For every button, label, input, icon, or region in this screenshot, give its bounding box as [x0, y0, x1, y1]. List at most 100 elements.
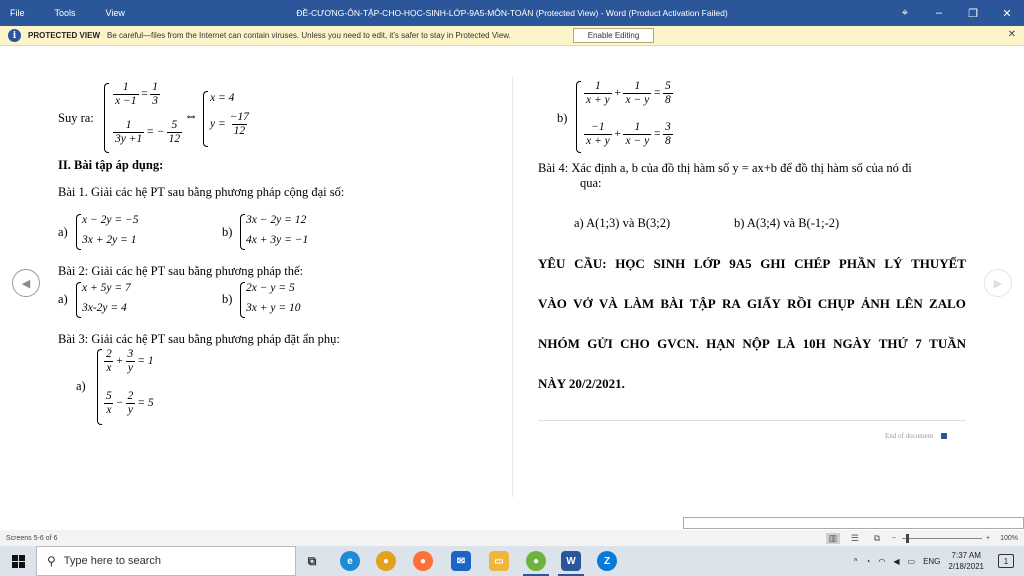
equation-row: 3x + 2y = 1: [82, 234, 137, 246]
word-icon[interactable]: W: [561, 551, 581, 571]
requirement-line: VÀO VỞ VÀ LÀM BÀI TẬP RA GIẤY RỒI CHỤP ẢNH LÊN ZALO: [538, 296, 966, 311]
close-button[interactable]: ✕: [990, 0, 1024, 26]
exercise-4-title: Bài 4: Xác định a, b của đồ thị hàm số y…: [538, 161, 912, 175]
chrome-icon[interactable]: ●: [376, 551, 396, 571]
equation-row: −1 x + y +1 x − y = 3 8: [584, 121, 673, 147]
menu-bar: File Tools View: [0, 8, 155, 18]
equation-row: x − 2y = −5: [82, 214, 139, 226]
window-controls: ⌖ – ❐ ✕: [888, 0, 1024, 26]
task-view-icon[interactable]: ⧉: [302, 551, 322, 571]
zalo-icon[interactable]: Z: [597, 551, 617, 571]
restore-button[interactable]: ❐: [956, 0, 990, 26]
exercise-label: a): [76, 379, 86, 393]
exercise-4a: a) A(1;3) và B(3;2): [574, 216, 671, 230]
network-icon[interactable]: ◔: [866, 557, 871, 566]
clock-date: 2/18/2021: [948, 562, 984, 571]
exercise-label: b): [557, 111, 568, 125]
enable-editing-button[interactable]: Enable Editing: [573, 28, 654, 43]
language-indicator[interactable]: ENG: [923, 557, 940, 566]
volume-icon[interactable]: ◀: [893, 557, 899, 566]
protected-view-bar: i PROTECTED VIEW Be careful—files from t…: [0, 26, 1024, 46]
equation-row: 3x-2y = 4: [82, 302, 127, 314]
status-bar: Screens 5-6 of 6 ▥ ☰ ⧉ − + 100%: [0, 530, 1024, 546]
edge-icon[interactable]: e: [340, 551, 360, 571]
system-brace: [576, 81, 581, 153]
menu-tools[interactable]: Tools: [55, 8, 76, 18]
taskbar: ⚲ Type here to search ⧉ e ● ● ✉ ▭ ● W Z …: [0, 546, 1024, 576]
close-bar-icon[interactable]: ✕: [1008, 29, 1016, 40]
equation-row: 2 x +3 y = 1: [104, 348, 154, 374]
taskbar-search-box[interactable]: ⚲ Type here to search: [36, 546, 296, 576]
show-hidden-icons[interactable]: ^: [854, 557, 858, 566]
system-brace: [240, 282, 245, 318]
end-separator: [538, 420, 966, 421]
zoom-slider[interactable]: [902, 533, 982, 543]
search-placeholder: Type here to search: [63, 555, 162, 567]
equation-row: 3x − 2y = 12: [246, 214, 307, 226]
mail-icon[interactable]: ✉: [451, 551, 471, 571]
app-icon[interactable]: ●: [526, 551, 546, 571]
exercise-4-continued: qua:: [580, 176, 602, 190]
equivalence-arrow: ⇔: [184, 109, 198, 124]
equation-row: 1x + y +1 x − y = 5 8: [584, 80, 673, 106]
system-brace: [76, 214, 81, 250]
section-heading: II. Bài tập áp dụng:: [58, 158, 164, 172]
system-tray: ^ ◔ ◠ ◀ ▭ ENG 7:37 AM 2/18/2021 1: [854, 546, 1024, 576]
system-brace: [240, 214, 245, 250]
exercise-2-title: Bài 2: Giải các hệ PT sau bằng phương ph…: [58, 264, 304, 278]
firefox-icon[interactable]: ●: [413, 551, 433, 571]
protected-view-message: Be careful—files from the Internet can c…: [107, 31, 511, 40]
zoom-in-icon[interactable]: +: [986, 535, 990, 542]
print-layout-icon[interactable]: ☰: [848, 533, 862, 544]
system-brace: [76, 282, 81, 318]
suy-ra-label: Suy ra:: [58, 111, 94, 125]
zoom-thumb[interactable]: [906, 533, 909, 543]
end-of-document-marker: End of document: [885, 432, 948, 440]
system-brace: [104, 83, 109, 153]
equation-row: 1 3y +1 = −5 12: [113, 119, 183, 145]
battery-icon[interactable]: ▭: [908, 557, 916, 566]
end-square-icon: [941, 433, 948, 440]
notification-center-icon[interactable]: 1: [998, 554, 1014, 568]
minimize-button[interactable]: –: [922, 0, 956, 26]
exercise-label: a): [58, 292, 68, 306]
notification-count: 1: [1003, 556, 1009, 566]
end-of-document-label: End of document: [885, 432, 934, 440]
focus-mode-icon[interactable]: ⌖: [888, 0, 922, 26]
title-bar: File Tools View ĐỀ-CƯƠNG-ÔN-TẬP-CHO-HỌC-…: [0, 0, 1024, 26]
windows-logo-icon: [11, 554, 25, 568]
zoom-out-icon[interactable]: −: [892, 535, 896, 542]
exercise-label: b): [222, 292, 233, 306]
web-layout-icon[interactable]: ⧉: [870, 533, 884, 544]
equation-row: 2x − y = 5: [246, 282, 295, 294]
horizontal-scrollbar[interactable]: [683, 517, 1024, 529]
status-bar-controls: ▥ ☰ ⧉ − + 100%: [825, 530, 1018, 546]
requirement-line: NHÓM GỬI CHO GVCN. HẠN NỘP LÀ 10H NGÀY THỨ 7 TUẦN: [538, 336, 966, 351]
solution-y: y = −17 12: [210, 111, 250, 137]
equation-row: 4x + 3y = −1: [246, 234, 309, 246]
page-divider: [512, 77, 513, 497]
read-mode-icon[interactable]: ▥: [825, 532, 840, 544]
page-count: Screens 5-6 of 6: [6, 534, 58, 542]
exercise-4b: b) A(3;4) và B(-1;-2): [734, 216, 840, 230]
equation-row: x + 5y = 7: [82, 282, 131, 294]
zoom-level[interactable]: 100%: [1000, 535, 1018, 542]
exercise-label: b): [222, 225, 233, 239]
requirement-line: YÊU CẦU: HỌC SINH LỚP 9A5 GHI CHÉP PHẦN LÝ THUYẾT: [538, 256, 966, 271]
exercise-3-title: Bài 3: Giải các hệ PT sau bằng phương ph…: [58, 332, 340, 346]
menu-view[interactable]: View: [106, 8, 125, 18]
file-explorer-icon[interactable]: ▭: [489, 551, 509, 571]
equation-row: 5 x −2 y = 5: [104, 390, 154, 416]
wifi-icon[interactable]: ◠: [878, 557, 885, 566]
next-screen-button[interactable]: ▶: [984, 269, 1012, 297]
start-button[interactable]: [0, 546, 36, 576]
search-icon: ⚲: [47, 554, 56, 568]
document-view[interactable]: ◀ ▶ Suy ra: 1x −1 = 1 3 1 3y +1 = −5 12 ⇔ x = …: [0, 47, 1024, 530]
previous-screen-button[interactable]: ◀: [12, 269, 40, 297]
menu-file[interactable]: File: [10, 8, 25, 18]
exercise-label: a): [58, 225, 68, 239]
system-brace: [203, 91, 208, 147]
clock[interactable]: 7:37 AM 2/18/2021: [948, 550, 984, 572]
requirement-line: NÀY 20/2/2021.: [538, 376, 625, 391]
solution-x: x = 4: [210, 92, 235, 104]
